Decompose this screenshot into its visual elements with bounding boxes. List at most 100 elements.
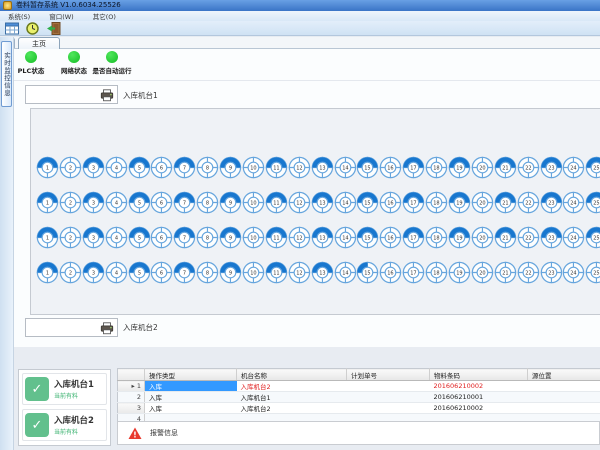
svg-text:2: 2 [69,165,72,171]
storage-slot: 22 [517,156,540,179]
storage-slot: 14 [334,156,357,179]
exit-button[interactable] [46,22,61,35]
storage-slot: 22 [517,191,540,214]
svg-text:21: 21 [502,235,508,241]
cell-r3c1[interactable]: 入库机台2 [237,403,347,414]
column-header-1[interactable]: 机台名称 [237,369,347,381]
storage-slot: 11 [265,191,288,214]
cell-r3c4[interactable] [528,403,600,414]
storage-slot: 25 [585,156,600,179]
toolbar [0,21,600,36]
menu-item-0[interactable]: 系统(S) [6,11,32,21]
column-header-4[interactable]: 源位置 [528,369,600,381]
cell-r3c2[interactable] [347,403,430,414]
storage-slot: 5 [128,261,151,284]
svg-text:13: 13 [319,200,325,206]
machine1-print-box[interactable] [25,85,118,104]
storage-slot: 24 [562,156,585,179]
column-header-2[interactable]: 计划单号 [347,369,430,381]
menu-item-2[interactable]: 其它(O) [91,11,118,21]
storage-slot: 10 [242,226,265,249]
svg-text:13: 13 [319,270,325,276]
app-icon [3,1,12,10]
storage-slot: 4 [105,156,128,179]
svg-text:25: 25 [594,165,600,171]
storage-slot: 8 [196,226,219,249]
svg-text:2: 2 [69,235,72,241]
storage-slot: 9 [219,226,242,249]
svg-text:19: 19 [456,270,462,276]
title-bar[interactable]: 卷料暂存系统 V1.0.6034.25526 [0,0,600,11]
svg-text:24: 24 [571,235,577,241]
cell-r2c0[interactable]: 入库 [145,392,237,403]
storage-slot: 23 [540,191,563,214]
storage-slot: 20 [471,191,494,214]
svg-text:4: 4 [115,165,118,171]
cell-r1c0[interactable]: 入库 [145,381,237,392]
storage-slot: 10 [242,156,265,179]
cell-r2c2[interactable] [347,392,430,403]
storage-slot: 15 [356,156,379,179]
storage-slot: 21 [494,226,517,249]
svg-text:22: 22 [525,200,531,206]
cell-r1c3[interactable]: 201606210002 [430,381,528,392]
storage-slot: 21 [494,191,517,214]
row-header[interactable]: 2 [118,392,145,403]
storage-slot: 2 [59,191,82,214]
storage-slot: 13 [311,156,334,179]
machine2-print-box[interactable] [25,318,118,337]
storage-slot: 19 [448,261,471,284]
svg-text:11: 11 [273,165,279,171]
storage-slot: 16 [379,261,402,284]
clock-button[interactable] [25,22,40,35]
cell-r2c3[interactable]: 201606210001 [430,392,528,403]
svg-text:23: 23 [548,165,554,171]
svg-text:14: 14 [342,235,348,241]
slot-grid-panel: 1234567891011121314151617181920212223242… [30,108,600,315]
storage-slot: 17 [402,191,425,214]
svg-text:6: 6 [160,270,163,276]
cell-r1c4[interactable] [528,381,600,392]
tab-home[interactable]: 主页 [18,37,60,49]
cell-r2c1[interactable]: 入库机台1 [237,392,347,403]
row-header[interactable]: 3 [118,403,145,414]
svg-text:9: 9 [229,270,232,276]
svg-text:4: 4 [115,235,118,241]
svg-text:12: 12 [296,200,302,206]
storage-slot: 6 [150,226,173,249]
task-table: 操作类型机台名称计划单号物料条码源位置 ▸ 1入库入库机台2 2016062100… [117,368,600,425]
svg-text:10: 10 [250,200,256,206]
grid-view-icon [5,22,19,35]
storage-slot: 11 [265,226,288,249]
svg-text:7: 7 [183,165,186,171]
cell-r1c1[interactable]: 入库机台2 [237,381,347,392]
column-header-3[interactable]: 物料条码 [430,369,528,381]
menu-item-1[interactable]: 窗口(W) [47,11,76,21]
row-header[interactable]: ▸ 1 [118,381,145,392]
svg-text:11: 11 [273,270,279,276]
svg-text:13: 13 [319,165,325,171]
cell-r1c2[interactable] [347,381,430,392]
table-row-1: ▸ 1入库入库机台2 201606210002 [118,381,600,392]
status-lamp-icon [106,51,118,63]
svg-text:3: 3 [92,200,95,206]
storage-slot: 6 [150,191,173,214]
cell-r2c4[interactable] [528,392,600,403]
alarm-label: 报警信息 [150,428,178,438]
card-machine-title: 入库机台2 [54,414,94,426]
storage-slot: 21 [494,156,517,179]
svg-text:16: 16 [388,270,394,276]
storage-slot: 16 [379,156,402,179]
app-window: 卷料暂存系统 V1.0.6034.25526 系统(S) 窗口(W) 其它(O) [0,0,600,450]
cell-r3c0[interactable]: 入库 [145,403,237,414]
storage-slot: 16 [379,191,402,214]
storage-slot: 20 [471,156,494,179]
cell-r3c3[interactable]: 201606210002 [430,403,528,414]
grid-view-button[interactable] [4,22,19,35]
svg-text:6: 6 [160,200,163,206]
machine-status-cards-panel: ✓入库机台1当前有料✓入库机台2当前有料 [18,369,111,446]
storage-slot: 11 [265,261,288,284]
svg-text:19: 19 [456,200,462,206]
column-header-0[interactable]: 操作类型 [145,369,237,381]
svg-text:5: 5 [137,200,140,206]
